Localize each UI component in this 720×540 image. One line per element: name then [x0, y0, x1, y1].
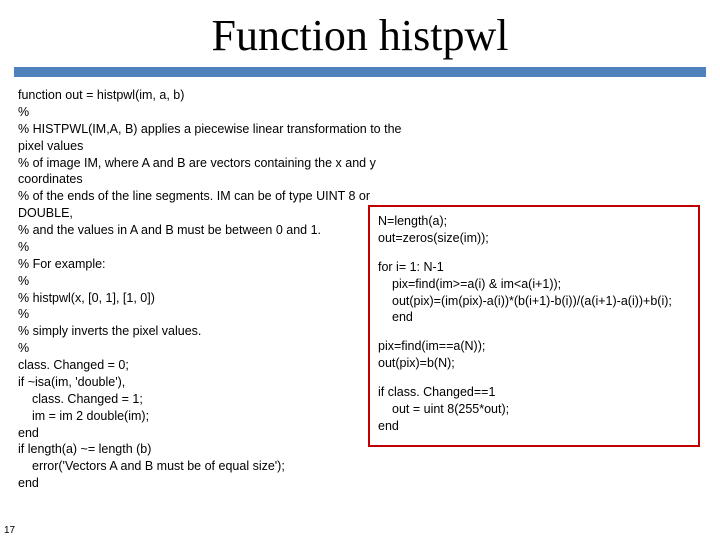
code-line: N=length(a);: [378, 213, 690, 230]
code-line: %: [18, 104, 413, 121]
code-line: %: [18, 239, 413, 256]
code-line: % simply inverts the pixel values.: [18, 323, 413, 340]
code-line: end: [378, 418, 690, 435]
code-line: if length(a) ~= length (b): [18, 441, 413, 458]
code-block: N=length(a); out=zeros(size(im));: [378, 213, 690, 247]
code-left-column: function out = histpwl(im, a, b) % % HIS…: [18, 87, 413, 492]
page-number: 17: [4, 525, 15, 536]
code-block: pix=find(im==a(N)); out(pix)=b(N);: [378, 338, 690, 372]
code-line: end: [378, 309, 690, 326]
code-block: if class. Changed==1 out = uint 8(255*ou…: [378, 384, 690, 435]
code-line: %: [18, 273, 413, 290]
code-line: end: [18, 425, 413, 442]
code-line: end: [18, 475, 413, 492]
code-line: % For example:: [18, 256, 413, 273]
code-right-box: N=length(a); out=zeros(size(im)); for i=…: [368, 205, 700, 447]
slide-title: Function histpwl: [0, 0, 720, 67]
code-line: % and the values in A and B must be betw…: [18, 222, 413, 239]
code-line: if ~isa(im, 'double'),: [18, 374, 413, 391]
code-line: for i= 1: N-1: [378, 259, 690, 276]
code-line: pix=find(im==a(N));: [378, 338, 690, 355]
slide: Function histpwl function out = histpwl(…: [0, 0, 720, 540]
code-line: im = im 2 double(im);: [18, 408, 413, 425]
code-line: out = uint 8(255*out);: [378, 401, 690, 418]
code-line: % of image IM, where A and B are vectors…: [18, 155, 413, 189]
code-line: % histpwl(x, [0, 1], [1, 0]): [18, 290, 413, 307]
code-line: out(pix)=b(N);: [378, 355, 690, 372]
code-line: out(pix)=(im(pix)-a(i))*(b(i+1)-b(i))/(a…: [378, 293, 690, 310]
code-line: % of the ends of the line segments. IM c…: [18, 188, 413, 222]
code-line: %: [18, 306, 413, 323]
code-block: for i= 1: N-1 pix=find(im>=a(i) & im<a(i…: [378, 259, 690, 327]
code-line: %: [18, 340, 413, 357]
code-line: class. Changed = 0;: [18, 357, 413, 374]
title-underline: [14, 67, 706, 77]
slide-body: function out = histpwl(im, a, b) % % HIS…: [0, 87, 720, 492]
code-line: function out = histpwl(im, a, b): [18, 87, 413, 104]
code-line: pix=find(im>=a(i) & im<a(i+1));: [378, 276, 690, 293]
code-line: class. Changed = 1;: [18, 391, 413, 408]
code-line: if class. Changed==1: [378, 384, 690, 401]
code-line: % HISTPWL(IM,A, B) applies a piecewise l…: [18, 121, 413, 155]
code-line: out=zeros(size(im));: [378, 230, 690, 247]
code-line: error('Vectors A and B must be of equal …: [18, 458, 413, 475]
